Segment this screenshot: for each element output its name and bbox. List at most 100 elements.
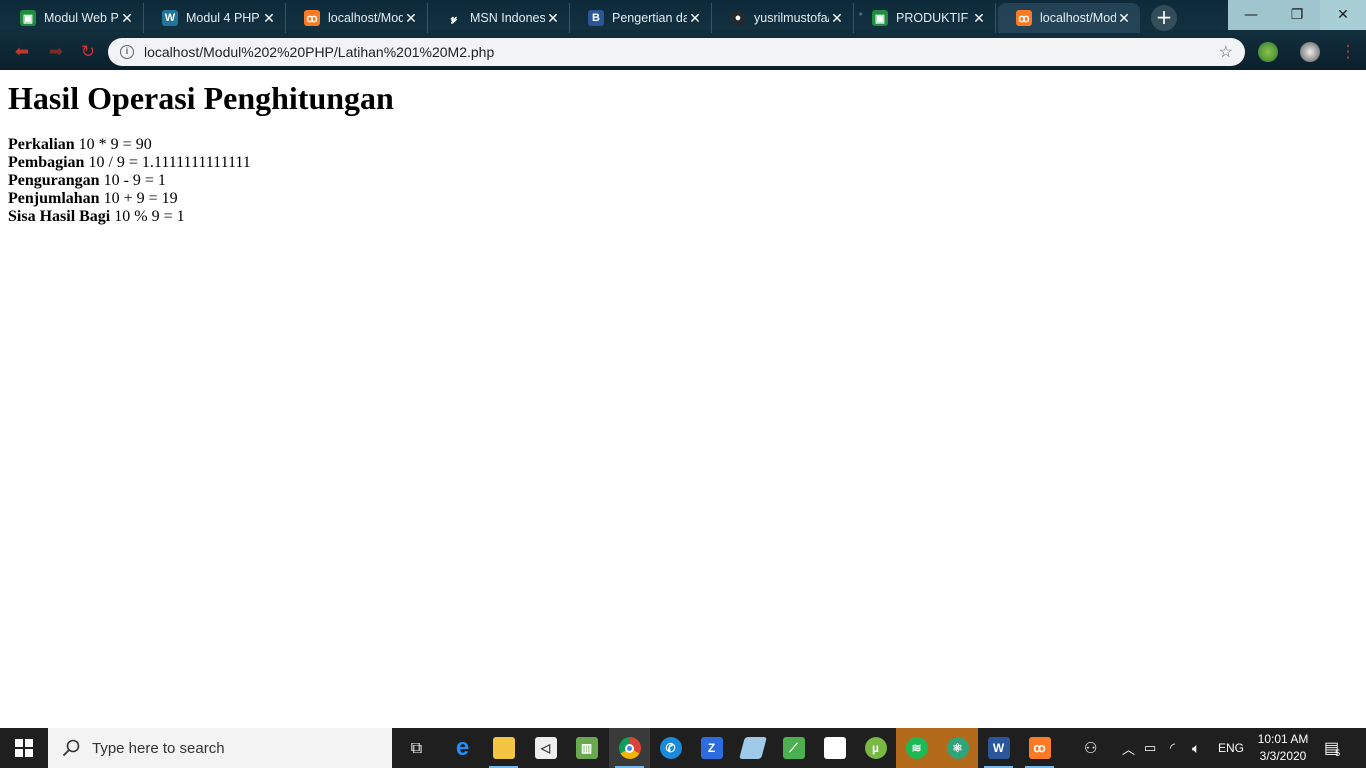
tab-title: yusrilmustofa/ — [754, 11, 829, 25]
back-button[interactable]: ⬅ — [12, 42, 32, 62]
chart-app-icon: ▥ — [575, 737, 598, 759]
tab-2[interactable]: ꝏ localhost/Mod ✕ — [286, 3, 428, 33]
tab-7-active[interactable]: ꝏ localhost/Mod ✕ — [998, 3, 1140, 33]
result-expression: 10 - 9 = 1 — [103, 172, 166, 189]
xampp-icon: ꝏ — [1028, 737, 1051, 759]
close-icon: ✕ — [1337, 7, 1349, 23]
result-label: Perkalian — [8, 136, 75, 153]
taskbar-app-notes[interactable] — [732, 728, 773, 768]
taskbar-utorrent[interactable]: µ — [855, 728, 896, 768]
profile-avatar[interactable] — [1300, 42, 1320, 62]
start-button[interactable] — [0, 728, 48, 768]
result-label: Penjumlahan — [8, 190, 100, 207]
input-language-button[interactable]: ENG — [1218, 728, 1244, 768]
tab-5[interactable]: ● yusrilmustofa/ ✕ — [712, 3, 854, 33]
clock-date: 3/3/2020 — [1259, 749, 1307, 763]
taskbar-app-z[interactable]: Z — [691, 728, 732, 768]
close-tab-icon[interactable]: ✕ — [971, 10, 987, 27]
atom-icon: ⚛ — [946, 737, 969, 759]
restore-button[interactable]: ❐ — [1274, 0, 1320, 30]
restore-icon: ❐ — [1290, 7, 1304, 23]
show-hidden-icons-button[interactable]: ︿ — [1122, 728, 1135, 768]
result-expression: 10 / 9 = 1.1111111111111 — [88, 154, 251, 171]
tab-1[interactable]: W Modul 4 PHP ✕ — [144, 3, 286, 33]
result-label: Pengurangan — [8, 172, 100, 189]
close-tab-icon[interactable]: ✕ — [1116, 10, 1132, 27]
msn-icon: 𝓎 — [450, 11, 458, 24]
browser-chrome: ▣ Modul Web PHP ✕ W Modul 4 PHP ✕ ꝏ loca… — [0, 0, 1366, 70]
battery-button[interactable]: ▭ — [1144, 728, 1156, 768]
extension-icon[interactable] — [1258, 42, 1278, 62]
chevron-up-icon: ︿ — [1122, 741, 1136, 757]
classroom-icon: ▣ — [872, 10, 888, 26]
tab-0[interactable]: ▣ Modul Web PHP ✕ — [2, 3, 144, 33]
page-title: Hasil Operasi Penghitungan — [8, 80, 394, 116]
network-button[interactable]: ◜ — [1170, 728, 1175, 768]
close-window-button[interactable]: ✕ — [1320, 0, 1366, 30]
taskbar-xampp[interactable]: ꝏ — [1019, 728, 1060, 768]
xampp-icon: ꝏ — [1016, 10, 1032, 26]
people-icon: ⚇ — [1084, 740, 1098, 757]
result-row: Perkalian 10 * 9 = 90 — [8, 136, 251, 154]
speaker-icon: 🔈︎ — [1192, 739, 1201, 756]
result-row: Pengurangan 10 - 9 = 1 — [8, 172, 251, 190]
language-label: ENG — [1218, 741, 1245, 755]
taskbar-edge[interactable]: e — [442, 728, 483, 768]
taskbar-word[interactable]: W — [978, 728, 1019, 768]
close-tab-icon[interactable]: ✕ — [829, 10, 845, 27]
tab-title: localhost/Mod — [1040, 11, 1116, 25]
close-tab-icon[interactable]: ✕ — [119, 10, 135, 27]
result-expression: 10 % 9 = 1 — [114, 208, 185, 225]
close-tab-icon[interactable]: ✕ — [687, 10, 703, 27]
taskbar-spotify[interactable]: ≋ — [896, 728, 937, 768]
reload-button[interactable]: ↻ — [78, 42, 98, 62]
action-center-button[interactable]: ▤ 5 — [1324, 728, 1340, 768]
chrome-icon — [618, 737, 641, 759]
notification-icon: ▤ — [1324, 740, 1340, 757]
tab-title: Pengertian dan — [612, 11, 687, 25]
browser-toolbar: ⬅ ➡ ↻ i localhost/Modul%202%20PHP/Latiha… — [0, 34, 1366, 70]
taskbar-app-sheets[interactable]: ⟋ — [773, 728, 814, 768]
system-clock[interactable]: 10:01 AM 3/3/2020 — [1250, 731, 1316, 765]
bookmark-star-icon[interactable]: ☆ — [1219, 42, 1233, 62]
battery-icon: ▭ — [1144, 740, 1157, 755]
volume-button[interactable]: 🔈︎ — [1192, 728, 1200, 768]
notes-icon — [738, 737, 767, 759]
blog-icon: B — [588, 10, 604, 26]
info-icon[interactable]: i — [120, 45, 134, 59]
new-tab-button[interactable]: + — [1151, 5, 1177, 31]
taskbar-search-box[interactable]: Type here to search — [48, 728, 392, 768]
result-row: Sisa Hasil Bagi 10 % 9 = 1 — [8, 208, 251, 226]
classroom-icon: ▣ — [20, 10, 36, 26]
close-tab-icon[interactable]: ✕ — [403, 10, 419, 27]
github-icon: ● — [730, 10, 746, 26]
close-tab-icon[interactable]: ✕ — [545, 10, 561, 27]
forward-button[interactable]: ➡ — [46, 42, 66, 62]
windows-logo-icon — [15, 739, 33, 757]
taskbar-store[interactable] — [814, 728, 855, 768]
tab-4[interactable]: B Pengertian dan ✕ — [570, 3, 712, 33]
page-content: Hasil Operasi Penghitungan Perkalian 10 … — [0, 70, 1366, 728]
taskbar-whatsapp[interactable]: ✆ — [650, 728, 691, 768]
taskbar-atom[interactable]: ⚛ — [937, 728, 978, 768]
taskbar-visual-studio[interactable]: ◁ — [525, 728, 566, 768]
xampp-icon: ꝏ — [304, 10, 320, 26]
minimize-button[interactable]: — — [1228, 0, 1274, 30]
menu-button[interactable]: ⋮ — [1338, 42, 1358, 62]
tab-6[interactable]: ▣ PRODUKTIF X ✕ — [854, 3, 996, 33]
leaf-app-icon: ⟋ — [782, 737, 805, 759]
address-bar[interactable]: i localhost/Modul%202%20PHP/Latihan%201%… — [108, 38, 1245, 66]
tab-3[interactable]: 𝓎 MSN Indonesi ✕ — [428, 3, 570, 33]
kebab-menu-icon: ⋮ — [1339, 42, 1357, 62]
taskbar-file-explorer[interactable] — [483, 728, 524, 768]
people-button[interactable]: ⚇ — [1084, 728, 1097, 768]
result-row: Penjumlahan 10 + 9 = 19 — [8, 190, 251, 208]
close-tab-icon[interactable]: ✕ — [261, 10, 277, 27]
tab-title: Modul 4 PHP — [186, 11, 260, 25]
minimize-icon: — — [1244, 7, 1258, 23]
taskbar-app-chart[interactable]: ▥ — [566, 728, 607, 768]
taskbar-chrome[interactable] — [609, 728, 650, 768]
url-text[interactable]: localhost/Modul%202%20PHP/Latihan%201%20… — [144, 44, 1219, 60]
tab-strip: ▣ Modul Web PHP ✕ W Modul 4 PHP ✕ ꝏ loca… — [0, 0, 1366, 34]
task-view-button[interactable]: ⧉ — [396, 728, 437, 768]
